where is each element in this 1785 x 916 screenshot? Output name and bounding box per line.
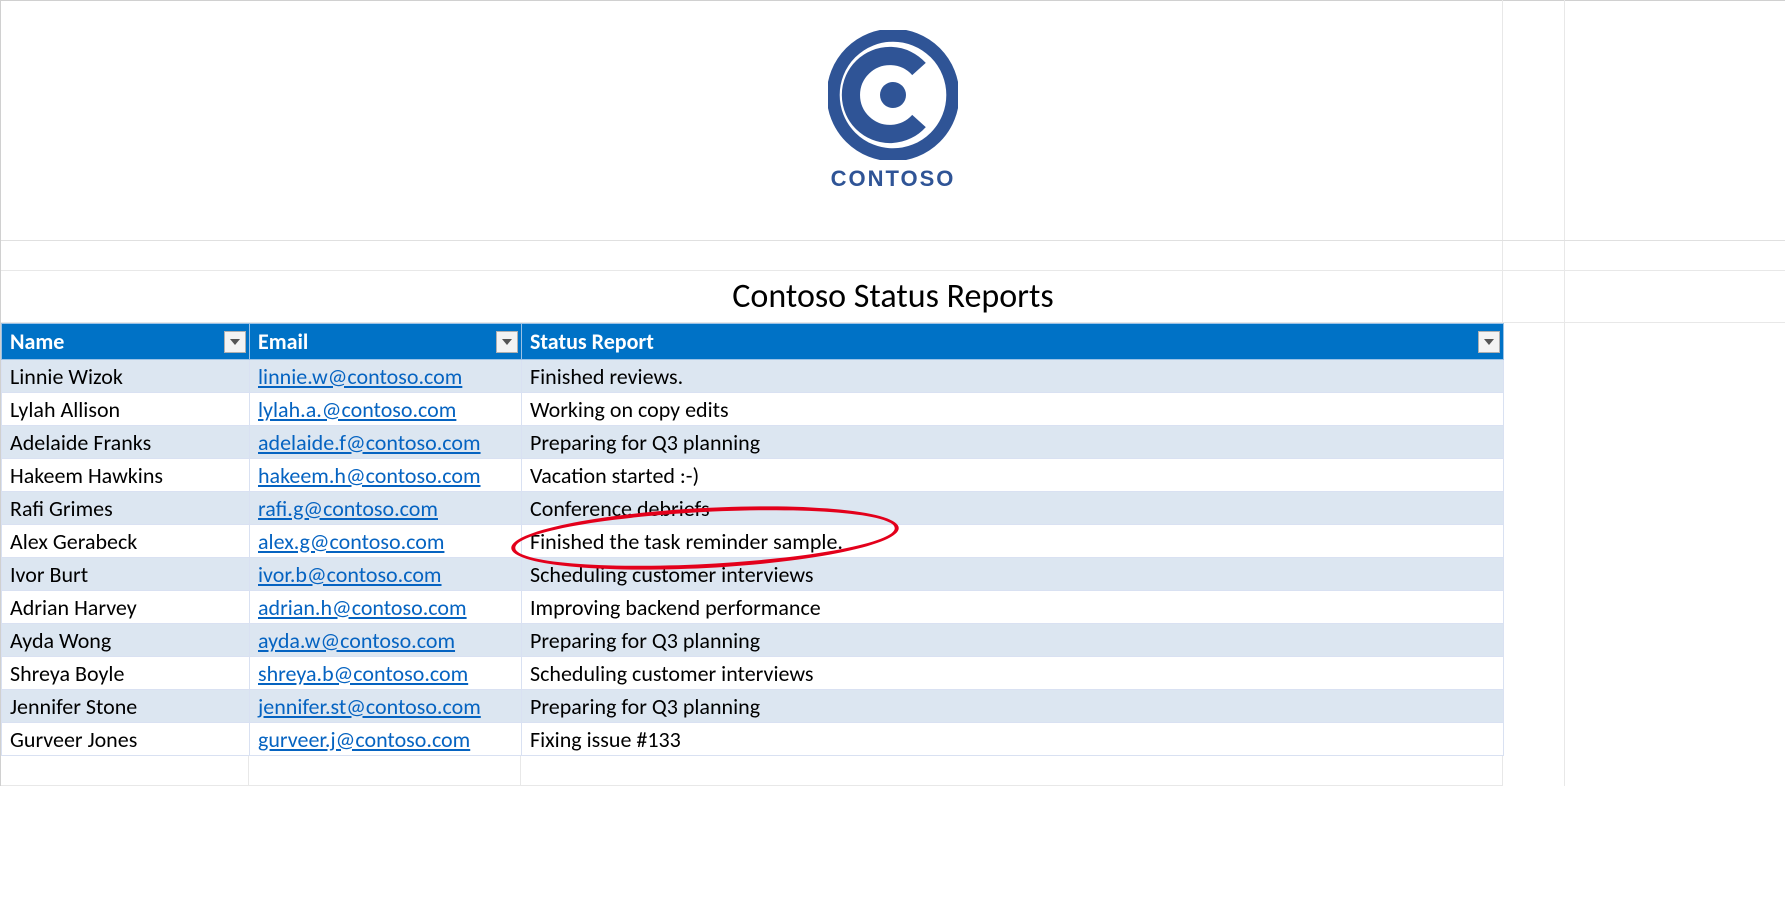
email-link[interactable]: adrian.h@contoso.com [258,594,467,621]
table-row[interactable]: Jennifer Stone jennifer.st@contoso.com Pre… [2,690,1504,723]
email-link[interactable]: rafi.g@contoso.com [258,495,438,522]
col-header-name-label: Name [10,328,64,355]
email-link[interactable]: jennifer.st@contoso.com [258,693,481,720]
cell-email[interactable]: lylah.a.@contoso.com [250,393,522,426]
email-link[interactable]: hakeem.h@contoso.com [258,462,481,489]
cell-name[interactable]: Ivor Burt [2,558,250,591]
email-link[interactable]: ayda.w@contoso.com [258,627,455,654]
logo-row: CONTOSO [1,1,1785,241]
email-link[interactable]: linnie.w@contoso.com [258,363,462,390]
cell-email[interactable]: alex.g@contoso.com [250,525,522,558]
email-link[interactable]: ivor.b@contoso.com [258,561,442,588]
brand-logo: CONTOSO [828,30,958,192]
spacer-row [1,241,1785,271]
cell-status[interactable]: Preparing for Q3 planning [522,690,1504,723]
table-row[interactable]: Rafi Grimes rafi.g@contoso.com Conference … [2,492,1504,525]
brand-name: CONTOSO [831,166,956,192]
table-row[interactable]: Ivor Burt ivor.b@contoso.com Scheduling cu… [2,558,1504,591]
cell-email[interactable]: ivor.b@contoso.com [250,558,522,591]
cell-status[interactable]: Improving backend performance [522,591,1504,624]
status-table: Name Email Status Report [1,323,1504,756]
cell-status[interactable]: Scheduling customer interviews [522,558,1504,591]
cell-status[interactable]: Fixing issue #133 [522,723,1504,756]
cell-email[interactable]: adrian.h@contoso.com [250,591,522,624]
table-row[interactable]: Gurveer Jones gurveer.j@contoso.com Fixing… [2,723,1504,756]
table-row[interactable]: Hakeem Hawkins hakeem.h@contoso.com Vacati… [2,459,1504,492]
cell-name[interactable]: Alex Gerabeck [2,525,250,558]
col-header-name[interactable]: Name [2,324,250,360]
cell-name[interactable]: Gurveer Jones [2,723,250,756]
filter-button-name[interactable] [224,331,246,353]
cell-status[interactable]: Scheduling customer interviews [522,657,1504,690]
cell-email[interactable]: gurveer.j@contoso.com [250,723,522,756]
col-header-status-label: Status Report [530,328,654,355]
filter-button-email[interactable] [496,331,518,353]
cell-email[interactable]: adelaide.f@contoso.com [250,426,522,459]
chevron-down-icon [230,339,240,345]
table-row[interactable]: Adelaide Franks adelaide.f@contoso.com Pre… [2,426,1504,459]
cell-name[interactable]: Adelaide Franks [2,426,250,459]
email-link[interactable]: adelaide.f@contoso.com [258,429,481,456]
col-header-email[interactable]: Email [250,324,522,360]
filter-button-status[interactable] [1478,331,1500,353]
chevron-down-icon [502,339,512,345]
cell-email[interactable]: rafi.g@contoso.com [250,492,522,525]
cell-name[interactable]: Adrian Harvey [2,591,250,624]
email-link[interactable]: alex.g@contoso.com [258,528,444,555]
email-link[interactable]: shreya.b@contoso.com [258,660,468,687]
cell-status[interactable]: Preparing for Q3 planning [522,426,1504,459]
table-row[interactable]: Linnie Wizok linnie.w@contoso.com Finished… [2,360,1504,393]
cell-status[interactable]: Finished reviews. [522,360,1504,393]
col-header-status[interactable]: Status Report [522,324,1504,360]
cell-name[interactable]: Shreya Boyle [2,657,250,690]
chevron-down-icon [1484,339,1494,345]
cell-email[interactable]: shreya.b@contoso.com [250,657,522,690]
table-row[interactable]: Alex Gerabeck alex.g@contoso.com Finished … [2,525,1504,558]
col-header-email-label: Email [258,328,308,355]
cell-email[interactable]: linnie.w@contoso.com [250,360,522,393]
contoso-logo-icon [828,30,958,160]
email-link[interactable]: lylah.a.@contoso.com [258,396,456,423]
table-row[interactable]: Shreya Boyle shreya.b@contoso.com Scheduli… [2,657,1504,690]
cell-email[interactable]: jennifer.st@contoso.com [250,690,522,723]
cell-name[interactable]: Hakeem Hawkins [2,459,250,492]
cell-name[interactable]: Rafi Grimes [2,492,250,525]
cell-name[interactable]: Jennifer Stone [2,690,250,723]
cell-status[interactable]: Finished the task reminder sample. [522,525,1504,558]
page-title: Contoso Status Reports [1,271,1785,323]
cell-status[interactable]: Preparing for Q3 planning [522,624,1504,657]
table-row[interactable]: Ayda Wong ayda.w@contoso.com Preparing for… [2,624,1504,657]
cell-status[interactable]: Vacation started :-) [522,459,1504,492]
table-header-row: Name Email Status Report [2,324,1504,360]
cell-name[interactable]: Lylah Allison [2,393,250,426]
table-row[interactable]: Lylah Allison lylah.a.@contoso.com Working… [2,393,1504,426]
table-row[interactable]: Adrian Harvey adrian.h@contoso.com Improvi… [2,591,1504,624]
email-link[interactable]: gurveer.j@contoso.com [258,726,470,753]
cell-name[interactable]: Ayda Wong [2,624,250,657]
empty-row [1,756,1785,786]
cell-status[interactable]: Working on copy edits [522,393,1504,426]
cell-email[interactable]: ayda.w@contoso.com [250,624,522,657]
cell-name[interactable]: Linnie Wizok [2,360,250,393]
cell-status[interactable]: Conference debriefs [522,492,1504,525]
cell-email[interactable]: hakeem.h@contoso.com [250,459,522,492]
